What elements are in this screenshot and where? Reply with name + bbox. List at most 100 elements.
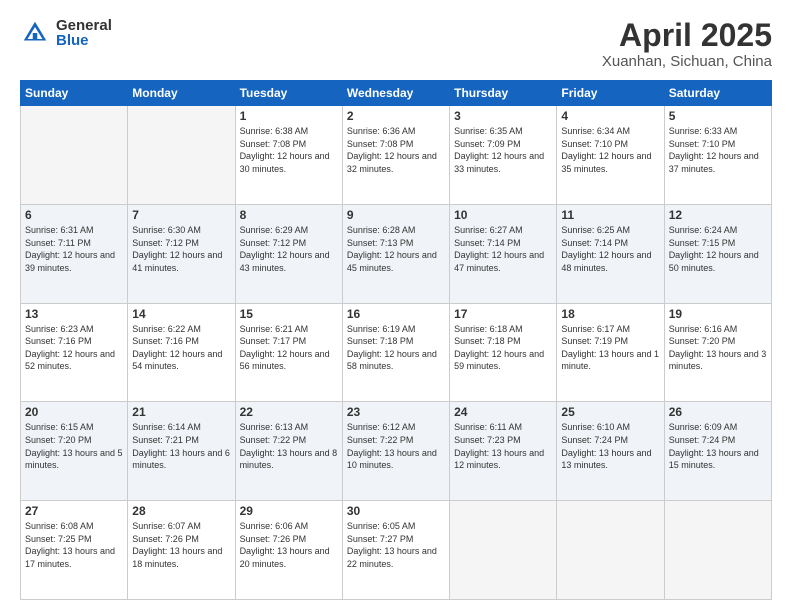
header-saturday: Saturday (664, 81, 771, 106)
day-info: Sunrise: 6:12 AM Sunset: 7:22 PM Dayligh… (347, 421, 445, 471)
calendar-cell: 9Sunrise: 6:28 AM Sunset: 7:13 PM Daylig… (342, 204, 449, 303)
calendar-cell: 21 Sunrise: 6:14 AM Sunset: 7:21 PM Dayli… (128, 402, 235, 501)
day-number: 22 (240, 405, 338, 419)
calendar-cell: 11Sunrise: 6:25 AM Sunset: 7:14 PM Dayli… (557, 204, 664, 303)
day-number: 4 (561, 109, 659, 123)
day-number: 8 (240, 208, 338, 222)
calendar-cell: 15Sunrise: 6:21 AM Sunset: 7:17 PM Dayli… (235, 303, 342, 402)
calendar-cell: 8 Sunrise: 6:29 AM Sunset: 7:12 PM Daylig… (235, 204, 342, 303)
day-number: 2 (347, 109, 445, 123)
day-number: 12 (669, 208, 767, 222)
week-row-2: 6 Sunrise: 6:31 AM Sunset: 7:11 PM Daylig… (21, 204, 772, 303)
day-info: Sunrise: 6:16 AM Sunset: 7:20 PM Dayligh… (669, 323, 767, 373)
day-info: Sunrise: 6:10 AM Sunset: 7:24 PM Dayligh… (561, 421, 659, 471)
calendar-cell: 23 Sunrise: 6:12 AM Sunset: 7:22 PM Dayli… (342, 402, 449, 501)
day-info: Sunrise: 6:30 AM Sunset: 7:12 PM Dayligh… (132, 224, 230, 274)
day-number: 18 (561, 307, 659, 321)
day-number: 14 (132, 307, 230, 321)
calendar-cell (664, 501, 771, 600)
month-title: April 2025 (602, 18, 772, 53)
day-number: 19 (669, 307, 767, 321)
day-number: 13 (25, 307, 123, 321)
day-info: Sunrise: 6:38 AM Sunset: 7:08 PM Dayligh… (240, 125, 338, 175)
calendar-cell: 20 Sunrise: 6:15 AM Sunset: 7:20 PM Dayli… (21, 402, 128, 501)
day-number: 20 (25, 405, 123, 419)
calendar-cell: 28Sunrise: 6:07 AM Sunset: 7:26 PM Dayli… (128, 501, 235, 600)
title-area: April 2025 Xuanhan, Sichuan, China (602, 18, 772, 70)
day-number: 21 (132, 405, 230, 419)
calendar-cell: 16Sunrise: 6:19 AM Sunset: 7:18 PM Dayli… (342, 303, 449, 402)
day-number: 30 (347, 504, 445, 518)
week-row-4: 20 Sunrise: 6:15 AM Sunset: 7:20 PM Dayli… (21, 402, 772, 501)
day-info: Sunrise: 6:29 AM Sunset: 7:12 PM Dayligh… (240, 224, 338, 274)
header: General Blue April 2025 Xuanhan, Sichuan… (20, 18, 772, 70)
page: General Blue April 2025 Xuanhan, Sichuan… (0, 0, 792, 612)
day-number: 26 (669, 405, 767, 419)
header-wednesday: Wednesday (342, 81, 449, 106)
calendar-cell: 29Sunrise: 6:06 AM Sunset: 7:26 PM Dayli… (235, 501, 342, 600)
day-info: Sunrise: 6:11 AM Sunset: 7:23 PM Dayligh… (454, 421, 552, 471)
calendar-cell: 26 Sunrise: 6:09 AM Sunset: 7:24 PM Dayli… (664, 402, 771, 501)
day-info: Sunrise: 6:35 AM Sunset: 7:09 PM Dayligh… (454, 125, 552, 175)
day-info: Sunrise: 6:27 AM Sunset: 7:14 PM Dayligh… (454, 224, 552, 274)
logo-icon (20, 18, 50, 48)
day-info: Sunrise: 6:17 AM Sunset: 7:19 PM Dayligh… (561, 323, 659, 373)
day-info: Sunrise: 6:31 AM Sunset: 7:11 PM Dayligh… (25, 224, 123, 274)
day-number: 9 (347, 208, 445, 222)
calendar-cell: 2 Sunrise: 6:36 AM Sunset: 7:08 PM Daylig… (342, 106, 449, 205)
calendar-cell: 27 Sunrise: 6:08 AM Sunset: 7:25 PM Dayli… (21, 501, 128, 600)
weekday-header-row: Sunday Monday Tuesday Wednesday Thursday… (21, 81, 772, 106)
calendar-cell (450, 501, 557, 600)
day-number: 3 (454, 109, 552, 123)
day-info: Sunrise: 6:18 AM Sunset: 7:18 PM Dayligh… (454, 323, 552, 373)
location: Xuanhan, Sichuan, China (602, 53, 772, 70)
calendar-cell: 3 Sunrise: 6:35 AM Sunset: 7:09 PM Daylig… (450, 106, 557, 205)
day-info: Sunrise: 6:05 AM Sunset: 7:27 PM Dayligh… (347, 520, 445, 570)
day-info: Sunrise: 6:33 AM Sunset: 7:10 PM Dayligh… (669, 125, 767, 175)
day-number: 24 (454, 405, 552, 419)
day-info: Sunrise: 6:15 AM Sunset: 7:20 PM Dayligh… (25, 421, 123, 471)
logo-general-text: General (56, 18, 112, 33)
day-number: 16 (347, 307, 445, 321)
day-number: 1 (240, 109, 338, 123)
header-tuesday: Tuesday (235, 81, 342, 106)
calendar-cell (21, 106, 128, 205)
calendar-cell: 18 Sunrise: 6:17 AM Sunset: 7:19 PM Dayli… (557, 303, 664, 402)
day-number: 5 (669, 109, 767, 123)
header-monday: Monday (128, 81, 235, 106)
header-thursday: Thursday (450, 81, 557, 106)
week-row-1: 1 Sunrise: 6:38 AM Sunset: 7:08 PM Daylig… (21, 106, 772, 205)
day-info: Sunrise: 6:21 AM Sunset: 7:17 PM Dayligh… (240, 323, 338, 373)
calendar-cell: 30 Sunrise: 6:05 AM Sunset: 7:27 PM Dayli… (342, 501, 449, 600)
day-number: 25 (561, 405, 659, 419)
day-number: 29 (240, 504, 338, 518)
day-number: 27 (25, 504, 123, 518)
day-number: 11 (561, 208, 659, 222)
day-number: 6 (25, 208, 123, 222)
calendar-cell: 17 Sunrise: 6:18 AM Sunset: 7:18 PM Dayli… (450, 303, 557, 402)
calendar-cell: 4Sunrise: 6:34 AM Sunset: 7:10 PM Daylig… (557, 106, 664, 205)
header-sunday: Sunday (21, 81, 128, 106)
day-info: Sunrise: 6:08 AM Sunset: 7:25 PM Dayligh… (25, 520, 123, 570)
calendar-cell: 14Sunrise: 6:22 AM Sunset: 7:16 PM Dayli… (128, 303, 235, 402)
week-row-3: 13Sunrise: 6:23 AM Sunset: 7:16 PM Dayli… (21, 303, 772, 402)
day-number: 7 (132, 208, 230, 222)
week-row-5: 27 Sunrise: 6:08 AM Sunset: 7:25 PM Dayli… (21, 501, 772, 600)
day-info: Sunrise: 6:07 AM Sunset: 7:26 PM Dayligh… (132, 520, 230, 570)
day-number: 17 (454, 307, 552, 321)
day-info: Sunrise: 6:36 AM Sunset: 7:08 PM Dayligh… (347, 125, 445, 175)
calendar-cell: 24 Sunrise: 6:11 AM Sunset: 7:23 PM Dayli… (450, 402, 557, 501)
calendar-cell (128, 106, 235, 205)
day-info: Sunrise: 6:09 AM Sunset: 7:24 PM Dayligh… (669, 421, 767, 471)
calendar-cell: 22 Sunrise: 6:13 AM Sunset: 7:22 PM Dayli… (235, 402, 342, 501)
calendar-cell: 12 Sunrise: 6:24 AM Sunset: 7:15 PM Dayli… (664, 204, 771, 303)
logo-text: General Blue (56, 18, 112, 48)
day-info: Sunrise: 6:14 AM Sunset: 7:21 PM Dayligh… (132, 421, 230, 471)
day-info: Sunrise: 6:24 AM Sunset: 7:15 PM Dayligh… (669, 224, 767, 274)
calendar-cell: 10 Sunrise: 6:27 AM Sunset: 7:14 PM Dayli… (450, 204, 557, 303)
day-number: 23 (347, 405, 445, 419)
logo-blue-text: Blue (56, 33, 112, 48)
day-info: Sunrise: 6:13 AM Sunset: 7:22 PM Dayligh… (240, 421, 338, 471)
logo: General Blue (20, 18, 112, 48)
day-number: 10 (454, 208, 552, 222)
